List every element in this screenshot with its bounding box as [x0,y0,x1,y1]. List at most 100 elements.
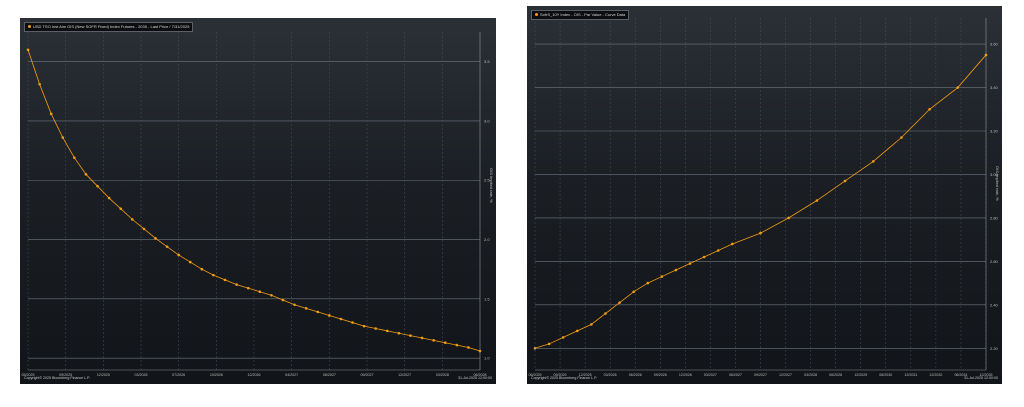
data-point [420,336,424,340]
data-point [61,136,65,139]
data-point [223,278,227,282]
data-point [304,307,308,310]
data-point [73,156,76,160]
x-tick-label: 06/2030 [879,373,892,377]
data-point [385,329,389,333]
x-tick-label: 04/2027 [285,373,298,377]
x-tick-label: 06/2027 [323,373,336,377]
y-tick-label: 2.60 [990,259,999,264]
data-point [409,334,412,337]
data-point [547,342,551,346]
x-tick-label: 06/2027 [729,373,742,377]
data-point [660,275,664,278]
x-tick-label: 03/2026 [604,373,617,377]
x-tick-label: 09/2027 [754,373,767,377]
chart-panel-left: 3.5 3.0 2.5 2.0 1.5 1.0 05/2025 09/2025 12/2025 0… [20,18,496,384]
data-point [467,346,470,349]
data-point [716,249,720,252]
x-tick-label: 09/2027 [361,373,374,377]
data-point [632,290,635,294]
data-point [533,346,537,350]
data-point [443,341,447,345]
data-point [351,321,354,324]
data-point [246,286,250,290]
data-point [235,283,238,286]
data-point [787,216,790,220]
data-point [131,218,134,221]
data-point [397,331,401,335]
chart-right-svg: 3.603.403.203.002.802.602.402.2006/2025 0… [529,18,999,377]
legend-right-text: SofrS_10Y Index - OIS - Par Value - Curv… [540,12,626,17]
data-point [618,301,621,304]
data-point [258,290,262,294]
y-tick-label: 2.20 [990,346,999,351]
data-point [432,339,435,342]
y-tick-label: 2.80 [990,215,999,220]
x-tick-label: 03/2028 [436,373,449,377]
y-tick-label: 1.0 [484,356,490,361]
x-tick-label: 12/2025 [97,373,110,377]
y-tick-label: 3.5 [484,59,490,64]
data-point [590,323,593,326]
data-point [142,227,146,231]
chart-panel-right: 3.60 3.40 3.20 3.00 2.80 2.60 2.40 2.20 06/2025 0… [527,6,1002,384]
data-point [900,136,903,139]
data-point [674,268,678,272]
data-point [38,82,41,86]
x-tick-label: 12/2032 [929,373,942,377]
footer-right-copyright: Copyright© 2025 Bloomberg Finance L.P. [531,376,598,380]
data-point [956,86,960,89]
data-point [575,329,579,333]
data-point [49,112,53,116]
data-point [843,179,847,183]
y-axis-label-left: OIS Implied rate, % [489,168,494,203]
data-point [702,255,706,259]
data-point [339,317,343,321]
footer-left-copyright: Copyright© 2025 Bloomberg Finance L.P. [24,376,91,380]
footer-left-date: 31-Jul-2025 12:00:00 [458,376,492,380]
legend-dot-icon [28,25,31,29]
chart-left-svg: 3.53.02.52.01.51.005/2025 09/2025 12/2025 0… [22,32,490,377]
x-tick-label: 03/2026 [135,373,148,377]
data-point [688,262,692,265]
x-tick-label: 06/2026 [629,373,642,377]
data-point [871,160,875,163]
data-point [478,349,482,353]
y-tick-label: 2.0 [484,237,490,242]
data-point [759,231,762,235]
x-tick-label: 09/2026 [654,373,667,377]
data-point [646,281,650,285]
footer-right-date: 31-Jul-2025 12:00:00 [964,376,998,380]
y-tick-label: 2.40 [990,302,999,307]
x-tick-label: 12/2031 [904,373,917,377]
data-point [200,267,204,271]
x-tick-label: 03/2027 [704,373,717,377]
data-point [374,327,377,330]
legend-right: SofrS_10Y Index - OIS - Par Value - Curv… [531,10,630,20]
x-tick-label: 07/2026 [172,373,185,377]
data-point [119,207,123,211]
data-point [84,173,88,176]
y-tick-label: 3.40 [990,85,999,90]
y-axis-label-right: OIS Implied rate, % [995,166,1000,201]
data-point [815,199,819,202]
x-tick-label: 12/2027 [398,373,411,377]
data-point [561,336,565,339]
data-point [316,310,320,314]
data-point [165,245,169,248]
legend-left-text: USD TSO Inst Aim OIS (New SOFR Fixed) In… [33,24,190,29]
data-point [177,253,180,257]
x-tick-label: 12/2027 [779,373,792,377]
data-point [362,324,366,328]
y-tick-label: 3.60 [990,42,999,47]
y-tick-label: 3.20 [990,128,999,133]
legend-dot-icon [535,13,538,17]
x-tick-label: 10/2026 [210,373,223,377]
x-tick-label: 12/2026 [248,373,261,377]
data-point [604,312,607,315]
data-point [188,260,192,264]
data-point [26,48,30,52]
data-point [107,196,111,200]
x-tick-label: 03/2028 [804,373,817,377]
x-tick-label: 12/2026 [679,373,692,377]
